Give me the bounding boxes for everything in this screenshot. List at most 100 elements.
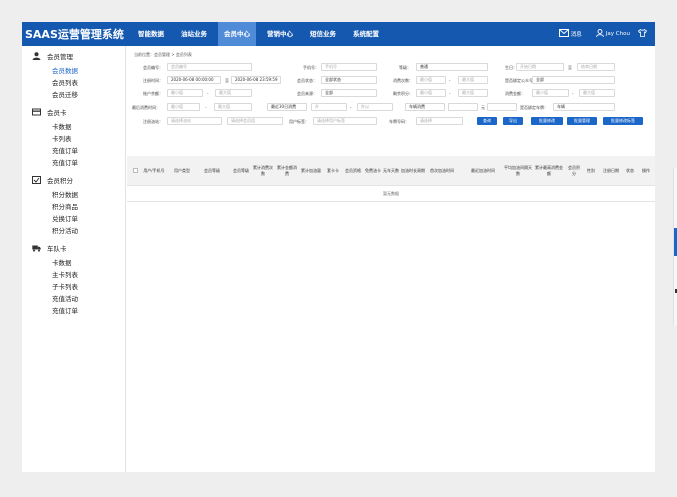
select-all-checkbox[interactable] <box>133 168 138 173</box>
col-no-car-days[interactable]: 无车天数 <box>383 156 399 186</box>
sidebar-group-member-card[interactable]: 会员卡 <box>32 107 67 117</box>
nav-system-config[interactable]: 系统配置 <box>347 22 385 46</box>
sidebar-item-main-card-list[interactable]: 主卡列表 <box>52 269 78 279</box>
col-reg-date[interactable]: 注册日期 <box>599 156 623 186</box>
sidebar-item-recharge-order-2[interactable]: 充值订单 <box>52 157 78 167</box>
sidebar-group-label: 会员卡 <box>47 109 67 117</box>
nav-marketing-center[interactable]: 营销中心 <box>261 22 299 46</box>
station-group-select[interactable]: 请选择会员组 <box>227 117 283 125</box>
col-member-grade[interactable]: 会员等级 <box>233 156 249 186</box>
consume-amount-max-input[interactable]: 最大值 <box>579 89 615 97</box>
search-button[interactable]: 查询 <box>477 117 497 125</box>
amount-max-input[interactable] <box>487 103 517 111</box>
points-min-input[interactable]: 最小值 <box>416 89 446 97</box>
volume-min-input[interactable]: 升 <box>311 103 347 111</box>
sidebar-item-card-list[interactable]: 卡列表 <box>52 133 72 143</box>
tags-select[interactable]: 请选择用户标签 <box>313 117 377 125</box>
sidebar-item-fleet-recharge-order[interactable]: 充值订单 <box>52 305 78 315</box>
sidebar-item-member-data[interactable]: 会员数据 <box>52 65 78 75</box>
station-select[interactable]: 请选择油站 <box>167 117 222 125</box>
col-last-refuel-time[interactable]: 最近加油时间 <box>465 156 501 186</box>
plate-bound-select[interactable]: 车辆 <box>553 103 615 111</box>
col-consume-amount[interactable]: 累计金额消费 <box>277 156 297 186</box>
main-content: 当前位置：会员管理 > 会员列表 会员编号： 会员编号 手机号： 手机号 等级：… <box>127 46 655 472</box>
shirt-icon[interactable] <box>637 29 648 39</box>
amount-type-select[interactable]: 车辆消费 <box>405 103 445 111</box>
points-max-input[interactable]: 最大值 <box>458 89 488 97</box>
sidebar-item-sub-card-list[interactable]: 子卡列表 <box>52 281 78 291</box>
sidebar-group-member-management[interactable]: 会员管理 <box>32 51 73 61</box>
consume-count-max-input[interactable]: 最大值 <box>458 76 488 84</box>
batch-edit-tags-button[interactable]: 批量修改标签 <box>603 117 643 125</box>
wechat-select[interactable]: 全部 <box>532 76 615 84</box>
level-select[interactable]: 普通 <box>416 63 488 71</box>
col-package-card[interactable]: 套卡卡 <box>325 156 341 186</box>
sidebar-group-member-points[interactable]: 会员积分 <box>32 175 73 185</box>
birthday-end-input[interactable]: 结束日期 <box>577 63 615 71</box>
messages-link[interactable]: 消息 <box>571 30 582 38</box>
birthday-start-input[interactable]: 开始日期 <box>516 63 564 71</box>
reg-time-sep: 至 <box>225 78 229 83</box>
col-consume-count[interactable]: 累计消费次数 <box>253 156 273 186</box>
col-free-fuel-card[interactable]: 免费油卡 <box>365 156 381 186</box>
reg-time-label: 注册时间： <box>143 78 163 83</box>
consume-amount-label: 消费金额： <box>505 91 525 96</box>
consume-amount-min-input[interactable]: 最小值 <box>532 89 569 97</box>
sidebar-item-recharge-order-1[interactable]: 充值订单 <box>52 145 78 155</box>
volume-max-input[interactable]: 升以 <box>357 103 393 111</box>
col-member-points[interactable]: 会员积分 <box>567 156 581 186</box>
col-member-level[interactable]: 会员等级 <box>199 156 225 186</box>
balance-min-input[interactable]: 最小值 <box>167 89 203 97</box>
table-header: 用户/手机号 用户类型 会员等级 会员等级 累计消费次数 累计金额消费 累计加油… <box>127 156 655 186</box>
sidebar-item-redeem-order[interactable]: 兑换订单 <box>52 213 78 223</box>
nav-sms-business[interactable]: 短信业务 <box>304 22 342 46</box>
sidebar-group-label: 会员积分 <box>47 177 73 185</box>
plate-label: 车牌号码： <box>389 119 409 124</box>
col-refuel-volume[interactable]: 累计加油量 <box>301 156 321 186</box>
envelope-icon[interactable] <box>558 29 569 39</box>
truck-icon <box>32 244 41 252</box>
batch-edit-button[interactable]: 批量修改 <box>531 117 563 125</box>
sidebar-item-fleet-card-data[interactable]: 卡数据 <box>52 257 72 267</box>
source-select[interactable]: 全部 <box>321 89 377 97</box>
col-gender[interactable]: 性别 <box>585 156 597 186</box>
batch-manage-button[interactable]: 批量管理 <box>567 117 597 125</box>
col-refuel-cycle[interactable]: 加油时长周期 <box>401 156 425 186</box>
col-first-refuel-time[interactable]: 首次加油时间 <box>427 156 457 186</box>
plate-bound-label: 是否绑定车牌： <box>520 105 548 110</box>
date-range-select[interactable]: 最近30日消费 <box>267 103 307 111</box>
reg-time-start-input[interactable]: 2020-06-08 00:00:00 <box>167 76 221 84</box>
col-member-qualification[interactable]: 会员资格 <box>345 156 361 186</box>
sidebar-item-card-data[interactable]: 卡数据 <box>52 121 72 131</box>
sidebar-group-fleet-card[interactable]: 车队卡 <box>32 243 67 253</box>
sidebar-item-points-activity[interactable]: 积分活动 <box>52 225 78 235</box>
col-user-type[interactable]: 用户类型 <box>169 156 195 186</box>
export-button[interactable]: 导出 <box>503 117 523 125</box>
consume-count-label: 消费次数： <box>393 78 413 83</box>
sidebar-item-points-goods[interactable]: 积分商品 <box>52 201 78 211</box>
consume-amount-sep: - <box>572 91 574 96</box>
user-name[interactable]: Jay Chou <box>606 31 630 37</box>
nav-member-center[interactable]: 会员中心 <box>218 22 256 46</box>
col-user-phone[interactable]: 用户/手机号 <box>143 156 165 186</box>
sidebar-item-points-data[interactable]: 积分数据 <box>52 189 78 199</box>
member-status-select[interactable]: 全部状态 <box>321 76 377 84</box>
sidebar-item-member-list[interactable]: 会员列表 <box>52 77 78 87</box>
plate-select[interactable]: 请选择 <box>416 117 463 125</box>
consume-count-min-input[interactable]: 最小值 <box>416 76 446 84</box>
phone-input[interactable]: 手机号 <box>321 63 377 71</box>
nav-smart-data[interactable]: 智能数据 <box>132 22 170 46</box>
last-consume-max-input[interactable]: 最大值 <box>214 103 252 111</box>
member-no-input[interactable]: 会员编号 <box>167 63 252 71</box>
sidebar-group-label: 会员管理 <box>47 53 73 61</box>
nav-station-business[interactable]: 油站业务 <box>175 22 213 46</box>
col-max-consume[interactable]: 累计最高消费金额 <box>535 156 563 186</box>
last-consume-min-input[interactable]: 最小值 <box>167 103 200 111</box>
col-avg-interval[interactable]: 平均加油间隔天数 <box>503 156 533 186</box>
sidebar-item-recharge-activity[interactable]: 充值活动 <box>52 293 78 303</box>
balance-max-input[interactable]: 最大值 <box>215 89 252 97</box>
col-status[interactable]: 状态 <box>623 156 637 186</box>
sidebar-item-member-migration[interactable]: 会员迁移 <box>52 89 78 99</box>
reg-time-end-input[interactable]: 2020-06-08 23:59:59 <box>231 76 281 84</box>
amount-min-input[interactable] <box>448 103 478 111</box>
